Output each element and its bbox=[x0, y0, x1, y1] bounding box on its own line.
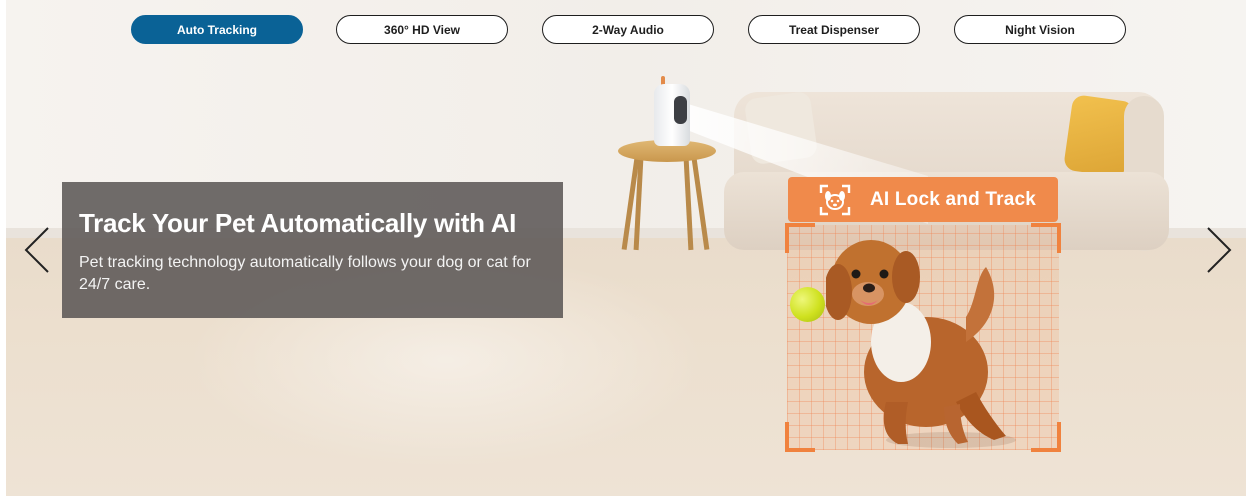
tennis-ball bbox=[790, 287, 825, 322]
slide-title: Track Your Pet Automatically with AI bbox=[79, 208, 517, 238]
chevron-left-icon[interactable] bbox=[22, 224, 52, 276]
dog-image bbox=[826, 240, 1006, 444]
tab-360-hd-view[interactable]: 360° HD View bbox=[336, 15, 508, 44]
feature-tabs: Auto Tracking 360° HD View 2-Way Audio T… bbox=[0, 15, 1252, 45]
slide-caption: Track Your Pet Automatically with AI Pet… bbox=[62, 182, 563, 318]
ai-lock-badge: AI Lock and Track bbox=[788, 177, 1058, 222]
frame-corner bbox=[785, 422, 815, 452]
frame-corner bbox=[785, 223, 815, 253]
chevron-right-icon[interactable] bbox=[1204, 224, 1234, 276]
camera-lens bbox=[674, 96, 687, 124]
tab-2-way-audio[interactable]: 2-Way Audio bbox=[542, 15, 714, 44]
frame-corner bbox=[1031, 223, 1061, 253]
pet-lock-icon bbox=[819, 184, 851, 215]
tab-night-vision[interactable]: Night Vision bbox=[954, 15, 1126, 44]
slide-description: Pet tracking technology automatically fo… bbox=[79, 254, 531, 293]
ai-lock-label: AI Lock and Track bbox=[870, 188, 1037, 210]
frame-corner bbox=[1031, 422, 1061, 452]
tab-treat-dispenser[interactable]: Treat Dispenser bbox=[748, 15, 920, 44]
tab-auto-tracking[interactable]: Auto Tracking bbox=[131, 15, 303, 44]
